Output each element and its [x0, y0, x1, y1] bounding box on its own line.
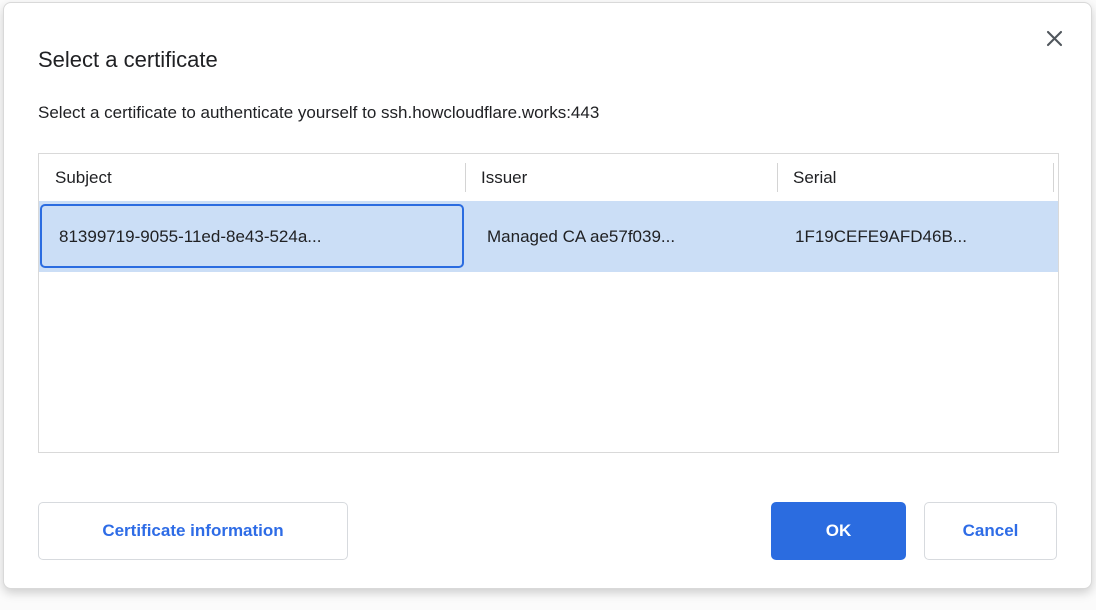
page-title: Select a certificate	[38, 45, 1057, 75]
issuer-cell: Managed CA ae57f039...	[465, 201, 777, 272]
column-header-issuer: Issuer	[465, 154, 777, 201]
certificate-information-button[interactable]: Certificate information	[38, 502, 348, 560]
certificate-row-selected[interactable]: 81399719-9055-11ed-8e43-524a... Managed …	[39, 201, 1058, 272]
serial-cell: 1F19CEFE9AFD46B...	[777, 201, 1058, 272]
table-header-row: Subject Issuer Serial	[39, 154, 1058, 201]
column-header-serial: Serial	[777, 154, 1058, 201]
cancel-button[interactable]: Cancel	[924, 502, 1057, 560]
dialog-subtitle: Select a certificate to authenticate you…	[38, 101, 1057, 125]
ok-button[interactable]: OK	[771, 502, 906, 560]
confirm-button-group: OK Cancel	[771, 502, 1057, 560]
dialog-button-bar: Certificate information OK Cancel	[4, 502, 1091, 560]
certificate-table: Subject Issuer Serial 81399719-9055-11ed…	[38, 153, 1059, 453]
column-header-subject: Subject	[39, 154, 465, 201]
column-divider	[465, 163, 466, 192]
column-divider	[777, 163, 778, 192]
subject-cell: 81399719-9055-11ed-8e43-524a...	[39, 201, 465, 272]
select-certificate-dialog: Select a certificate Select a certificat…	[3, 2, 1092, 589]
close-button[interactable]	[1043, 27, 1065, 49]
column-divider	[1053, 163, 1054, 192]
close-icon	[1046, 30, 1063, 47]
